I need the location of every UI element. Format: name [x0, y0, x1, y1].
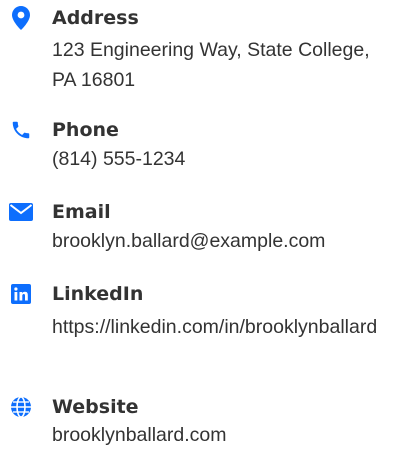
- contact-value-address: 123 Engineering Way, State College, PA 1…: [52, 39, 370, 91]
- contact-label-address: Address: [52, 7, 139, 29]
- contact-label-website: Website: [52, 396, 139, 418]
- contact-value-linkedin[interactable]: https://linkedin.com/in/brooklynballard: [52, 312, 388, 342]
- contact-label-phone: Phone: [52, 119, 119, 141]
- phone-icon: [9, 118, 33, 142]
- map-marker-icon: [9, 6, 33, 30]
- contact-value-email[interactable]: brooklyn.ballard@example.com: [52, 226, 392, 256]
- contact-value-phone[interactable]: (814) 555-1234: [52, 144, 392, 174]
- contact-value-website[interactable]: brooklynballard.com: [52, 420, 392, 450]
- contact-label-linkedin: LinkedIn: [52, 283, 144, 305]
- globe-icon: [9, 395, 33, 419]
- linkedin-icon: [9, 282, 33, 306]
- envelope-icon: [9, 200, 33, 224]
- contact-label-email: Email: [52, 201, 111, 223]
